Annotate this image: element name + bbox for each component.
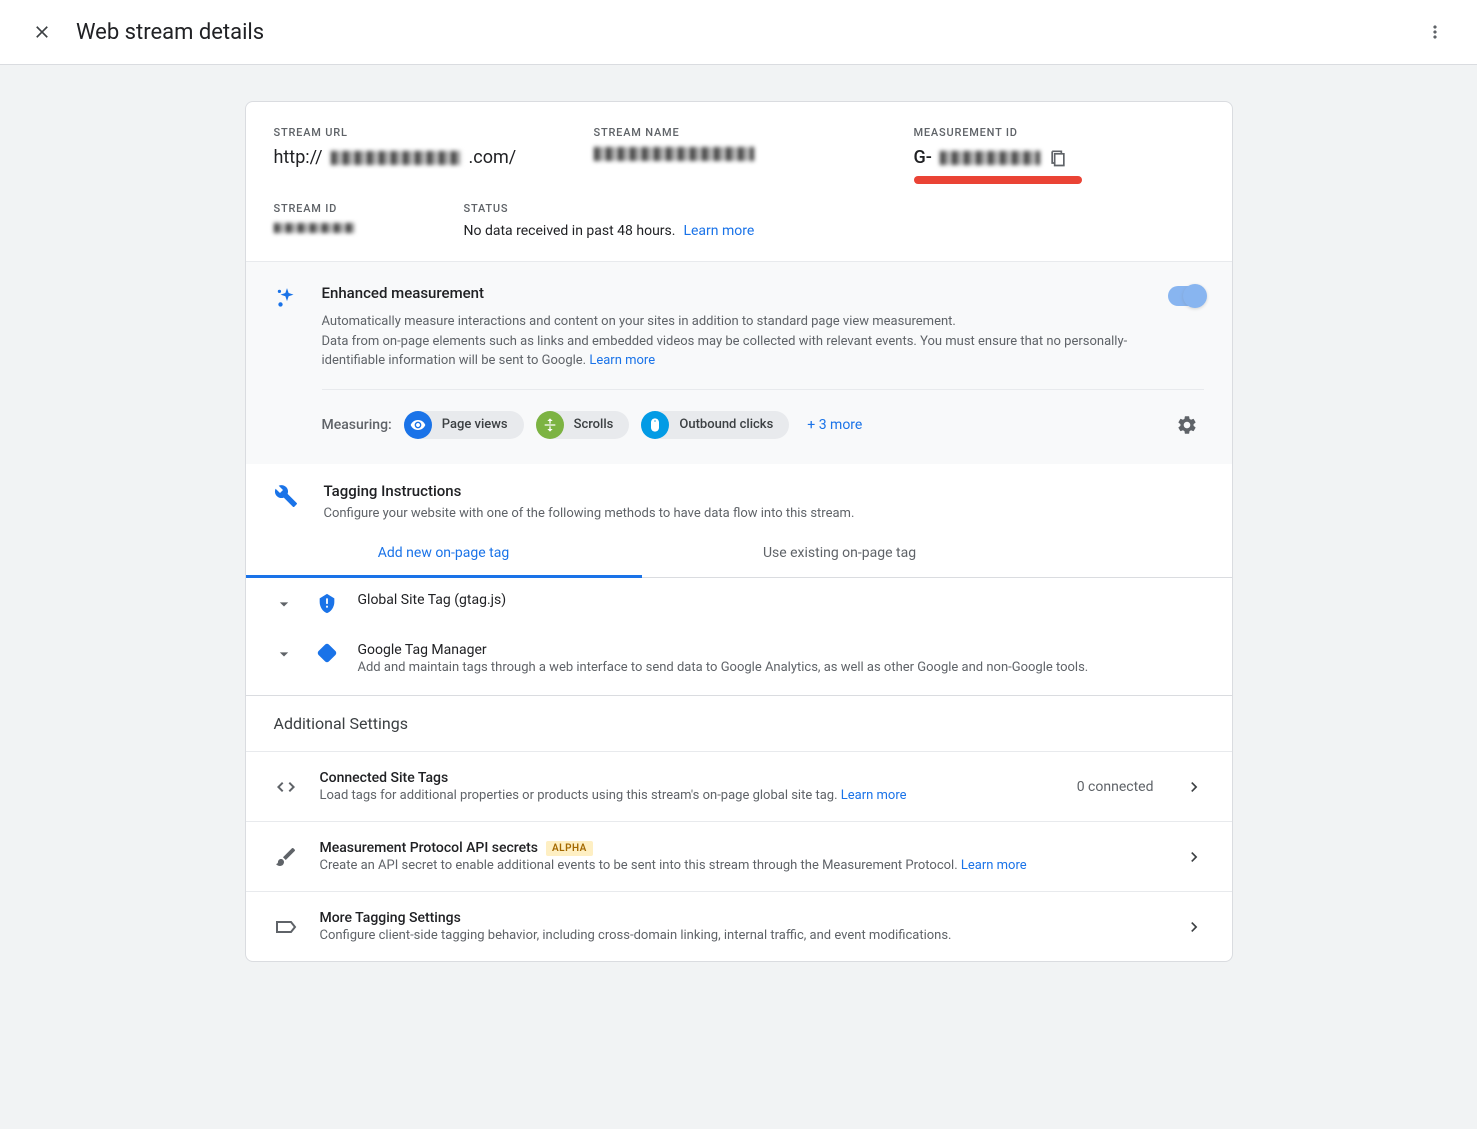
setting-api-secrets[interactable]: Measurement Protocol API secrets ALPHA C… bbox=[246, 821, 1232, 891]
pill-label: Scrolls bbox=[574, 417, 614, 432]
status-text: No data received in past 48 hours. bbox=[464, 223, 676, 239]
close-button[interactable] bbox=[24, 14, 60, 50]
pill-outbound: Outbound clicks bbox=[641, 411, 789, 439]
key-icon bbox=[274, 845, 298, 869]
stream-card: STREAM URL http:// .com/ STREAM NAME MEAS… bbox=[245, 101, 1233, 962]
more-menu-button[interactable] bbox=[1417, 14, 1453, 50]
page-title: Web stream details bbox=[76, 20, 1417, 45]
info-row-2: STREAM ID STATUS No data received in pas… bbox=[246, 184, 1232, 261]
enhanced-desc-1: Automatically measure interactions and c… bbox=[322, 314, 956, 329]
mouse-icon bbox=[641, 411, 669, 439]
enhanced-body: Enhanced measurement Automatically measu… bbox=[322, 284, 1204, 442]
setting-title: More Tagging Settings bbox=[320, 910, 1162, 926]
modal-header: Web stream details bbox=[0, 0, 1477, 65]
enhanced-title: Enhanced measurement bbox=[322, 284, 1148, 302]
stream-id-block: STREAM ID bbox=[274, 202, 434, 239]
setting-more-tagging[interactable]: More Tagging Settings Configure client-s… bbox=[246, 891, 1232, 961]
enhanced-learn-more-link[interactable]: Learn more bbox=[589, 353, 655, 368]
additional-settings-header: Additional Settings bbox=[246, 695, 1232, 751]
gtm-desc: Add and maintain tags through a web inte… bbox=[358, 660, 1204, 675]
copy-measurement-id-button[interactable] bbox=[1048, 148, 1068, 168]
tagging-desc: Configure your website with one of the f… bbox=[324, 504, 1204, 524]
more-vert-icon bbox=[1425, 22, 1445, 42]
url-prefix: http:// bbox=[274, 147, 323, 168]
setting-connected-tags[interactable]: Connected Site Tags Load tags for additi… bbox=[246, 751, 1232, 821]
stream-url-value: http:// .com/ bbox=[274, 147, 564, 168]
measuring-row: Measuring: Page views Scrolls Outbound c… bbox=[322, 389, 1204, 442]
stream-name-label: STREAM NAME bbox=[594, 126, 884, 139]
info-row-1: STREAM URL http:// .com/ STREAM NAME MEAS… bbox=[246, 102, 1232, 184]
accordion-gtm[interactable]: Google Tag Manager Add and maintain tags… bbox=[246, 628, 1232, 695]
tagging-section: Tagging Instructions Configure your webs… bbox=[246, 464, 1232, 524]
connected-count: 0 connected bbox=[1077, 779, 1154, 795]
redacted-url bbox=[331, 151, 461, 165]
connected-tags-icon bbox=[274, 775, 298, 799]
pill-scrolls: Scrolls bbox=[536, 411, 630, 439]
sparkle-icon bbox=[274, 284, 302, 442]
setting-title: Measurement Protocol API secrets ALPHA bbox=[320, 840, 1162, 856]
stream-url-label: STREAM URL bbox=[274, 126, 564, 139]
chevron-down-icon bbox=[274, 644, 298, 664]
status-learn-more-link[interactable]: Learn more bbox=[683, 223, 754, 239]
stream-name-block: STREAM NAME bbox=[594, 126, 884, 184]
tagging-body: Tagging Instructions Configure your webs… bbox=[324, 482, 1204, 524]
gtag-icon bbox=[316, 592, 340, 614]
enhanced-header-row: Enhanced measurement Automatically measu… bbox=[322, 284, 1204, 371]
chevron-right-icon bbox=[1184, 917, 1204, 937]
gtm-title: Google Tag Manager bbox=[358, 642, 1204, 658]
gtm-icon bbox=[316, 642, 340, 664]
measurement-id-label: MEASUREMENT ID bbox=[914, 126, 1204, 139]
redacted-id bbox=[940, 151, 1040, 165]
tagging-title: Tagging Instructions bbox=[324, 482, 1204, 500]
pill-page-views: Page views bbox=[404, 411, 524, 439]
measurement-id-value: G- bbox=[914, 147, 1204, 168]
stream-id-label: STREAM ID bbox=[274, 202, 434, 215]
eye-icon bbox=[404, 411, 432, 439]
enhanced-desc-2: Data from on-page elements such as links… bbox=[322, 334, 1128, 369]
gtag-title: Global Site Tag (gtag.js) bbox=[358, 592, 1204, 608]
stream-name-value bbox=[594, 147, 884, 161]
measurement-settings-button[interactable] bbox=[1170, 408, 1204, 442]
accordion-gtag[interactable]: Global Site Tag (gtag.js) bbox=[246, 578, 1232, 628]
wrench-icon bbox=[274, 482, 302, 524]
highlight-underline bbox=[914, 176, 1082, 184]
content-area: STREAM URL http:// .com/ STREAM NAME MEAS… bbox=[0, 65, 1477, 1129]
copy-icon bbox=[1048, 148, 1068, 168]
more-measurements-link[interactable]: + 3 more bbox=[807, 417, 862, 433]
learn-more-link[interactable]: Learn more bbox=[961, 858, 1027, 873]
learn-more-link[interactable]: Learn more bbox=[841, 788, 907, 803]
chevron-right-icon bbox=[1184, 777, 1204, 797]
measuring-label: Measuring: bbox=[322, 417, 392, 433]
close-icon bbox=[32, 22, 52, 42]
status-label: STATUS bbox=[464, 202, 1204, 215]
gear-icon bbox=[1176, 414, 1198, 436]
setting-desc: Configure client-side tagging behavior, … bbox=[320, 928, 1162, 943]
enhanced-toggle[interactable] bbox=[1168, 286, 1204, 306]
tab-add-new[interactable]: Add new on-page tag bbox=[246, 531, 642, 578]
stream-id-value bbox=[274, 223, 434, 233]
alpha-badge: ALPHA bbox=[546, 841, 593, 856]
measurement-id-block: MEASUREMENT ID G- bbox=[914, 126, 1204, 184]
enhanced-measurement-section: Enhanced measurement Automatically measu… bbox=[246, 261, 1232, 464]
tagging-tabs: Add new on-page tag Use existing on-page… bbox=[246, 531, 1232, 578]
tab-use-existing[interactable]: Use existing on-page tag bbox=[642, 531, 1038, 577]
pill-label: Page views bbox=[442, 417, 508, 432]
measurement-id-prefix: G- bbox=[914, 147, 932, 168]
redacted-name bbox=[594, 147, 754, 161]
chevron-down-icon bbox=[274, 594, 298, 614]
enhanced-desc: Automatically measure interactions and c… bbox=[322, 312, 1148, 371]
url-suffix: .com/ bbox=[469, 147, 517, 168]
status-block: STATUS No data received in past 48 hours… bbox=[464, 202, 1204, 239]
tag-icon bbox=[274, 915, 298, 939]
redacted-streamid bbox=[274, 223, 354, 233]
setting-desc: Create an API secret to enable additiona… bbox=[320, 858, 1162, 873]
setting-title: Connected Site Tags bbox=[320, 770, 1055, 786]
status-value: No data received in past 48 hours. Learn… bbox=[464, 223, 1204, 239]
scroll-icon bbox=[536, 411, 564, 439]
stream-url-block: STREAM URL http:// .com/ bbox=[274, 126, 564, 184]
pill-label: Outbound clicks bbox=[679, 417, 773, 432]
setting-desc: Load tags for additional properties or p… bbox=[320, 788, 1055, 803]
chevron-right-icon bbox=[1184, 847, 1204, 867]
